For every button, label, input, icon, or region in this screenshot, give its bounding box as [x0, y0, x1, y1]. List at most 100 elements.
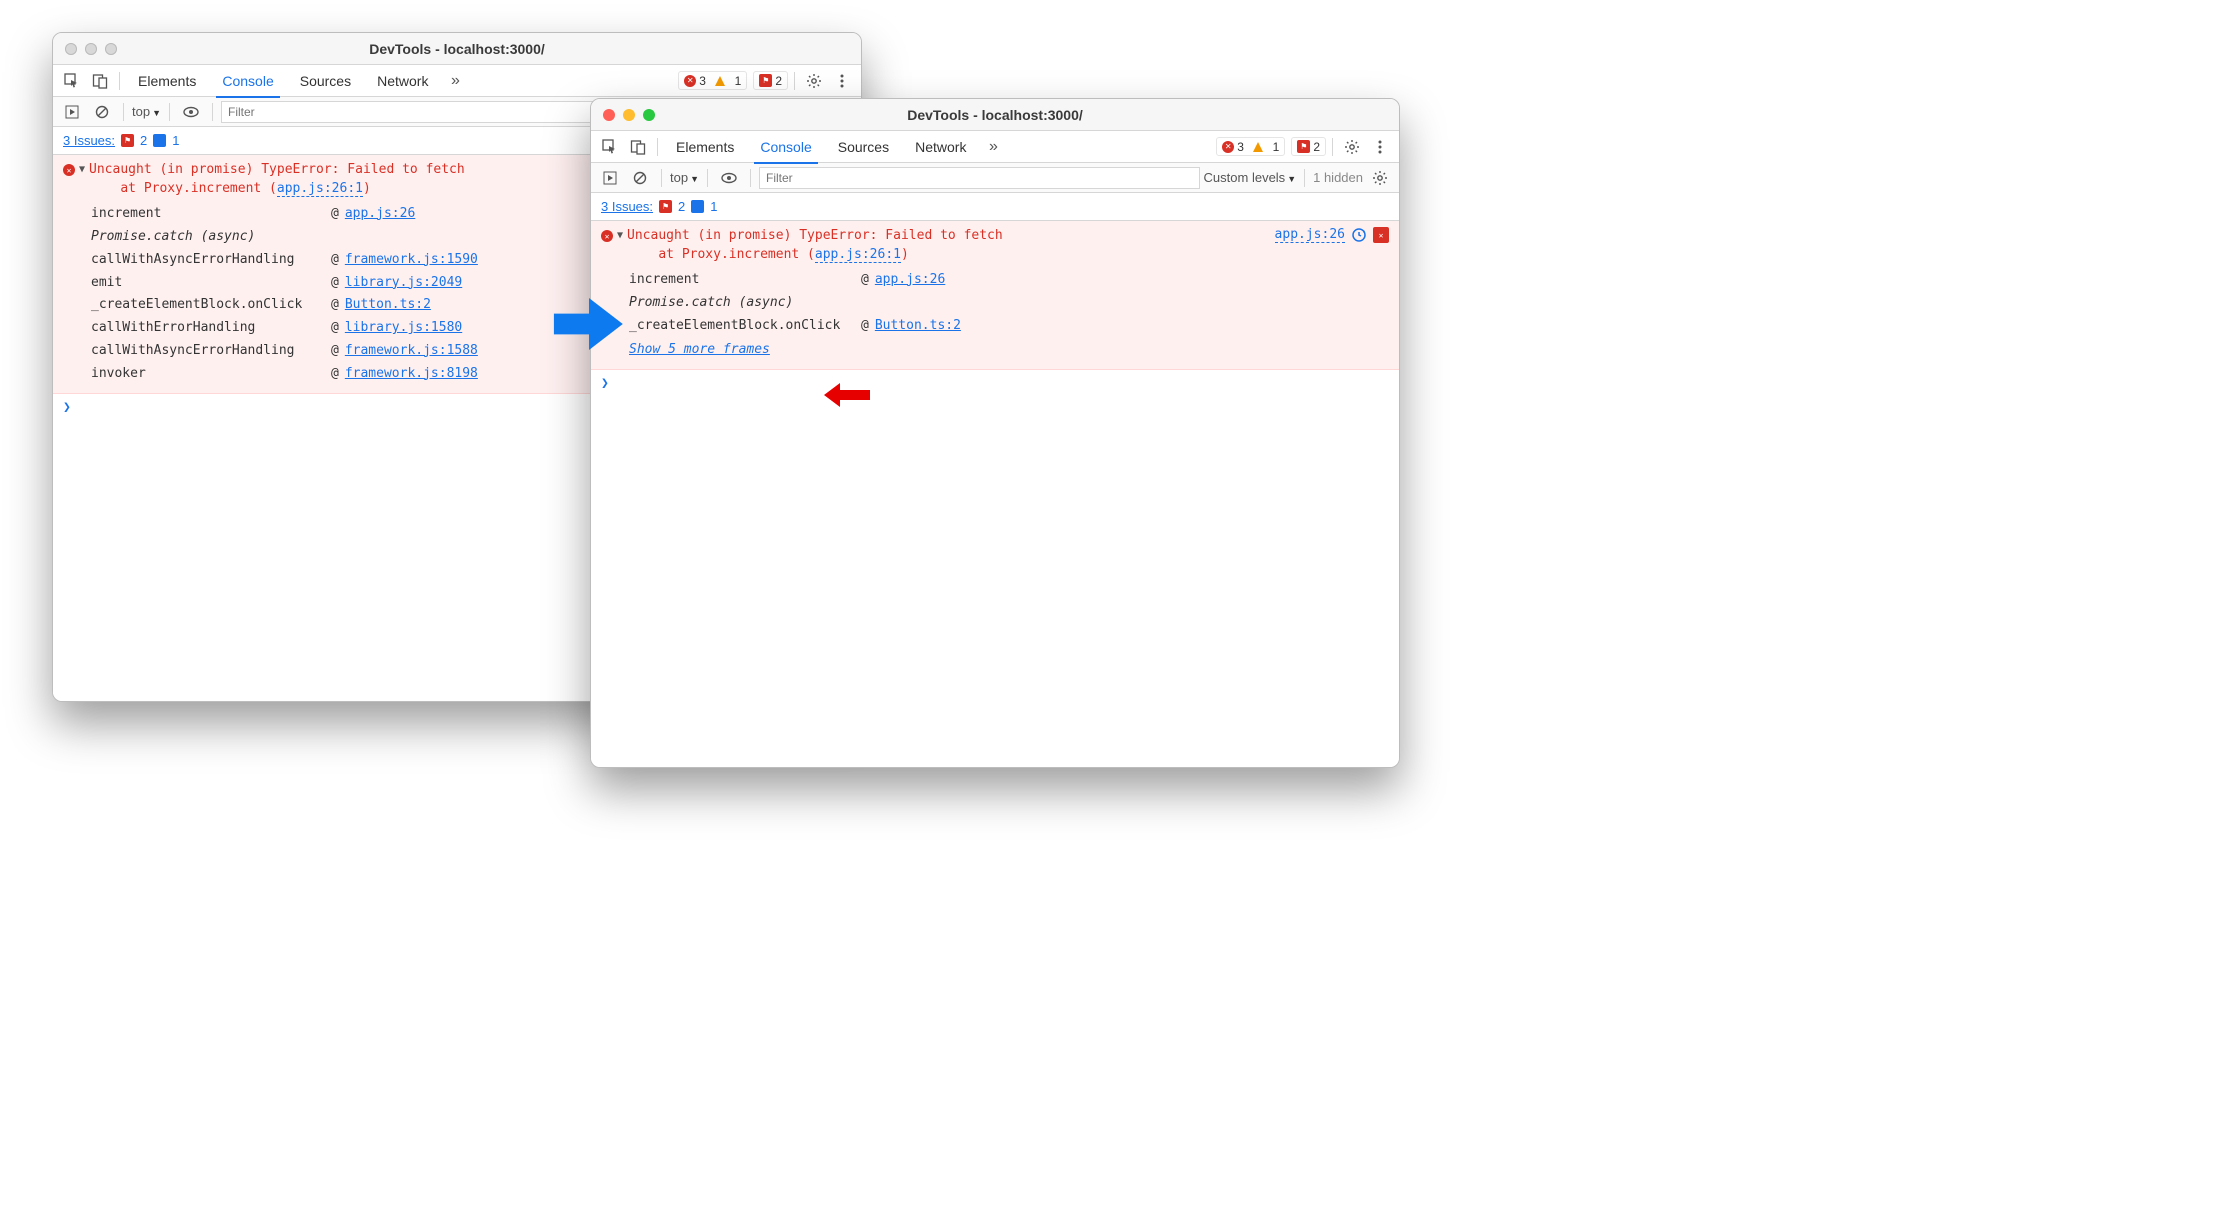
- issues-link[interactable]: 3 Issues:: [601, 199, 653, 214]
- source-link[interactable]: app.js:26: [1275, 227, 1345, 243]
- source-link[interactable]: app.js:26: [345, 203, 415, 226]
- error-icon: ✕: [601, 230, 613, 242]
- gear-icon[interactable]: [801, 69, 827, 93]
- issues-count-chip[interactable]: ⚑2: [1291, 137, 1326, 156]
- stack-frame: increment@app.js:26: [629, 269, 1389, 292]
- tab-sources[interactable]: Sources: [288, 65, 363, 97]
- disclosure-triangle[interactable]: ▼: [79, 164, 85, 175]
- separator: [169, 103, 170, 121]
- issues-count-chip[interactable]: ⚑2: [753, 71, 788, 90]
- device-toolbar-icon[interactable]: [625, 135, 651, 159]
- error-location-link[interactable]: app.js:26:1: [815, 247, 901, 263]
- titlebar: DevTools - localhost:3000/: [591, 99, 1399, 131]
- dismiss-icon[interactable]: ✕: [1373, 227, 1389, 243]
- console-body: app.js:26 ✕ ✕ ▼ Uncaught (in promise) Ty…: [591, 221, 1399, 767]
- separator: [707, 169, 708, 187]
- tabs-bar: Elements Console Sources Network » ✕3 1 …: [53, 65, 861, 97]
- issues-bar: 3 Issues: ⚑ 2 1: [591, 193, 1399, 221]
- tab-elements[interactable]: Elements: [126, 65, 208, 97]
- error-count: 3: [1237, 140, 1244, 154]
- flag-icon: ⚑: [659, 200, 672, 213]
- live-expression-icon[interactable]: [178, 100, 204, 124]
- inspect-element-icon[interactable]: [59, 69, 85, 93]
- disclosure-triangle[interactable]: ▼: [617, 230, 623, 241]
- flag-icon: ⚑: [121, 134, 134, 147]
- inspect-element-icon[interactable]: [597, 135, 623, 159]
- separator: [1332, 138, 1333, 156]
- separator: [661, 169, 662, 187]
- source-link[interactable]: Button.ts:2: [875, 315, 961, 338]
- stack-trace: increment@app.js:26 Promise.catch (async…: [629, 269, 1389, 361]
- titlebar: DevTools - localhost:3000/: [53, 33, 861, 65]
- tabs-bar: Elements Console Sources Network » ✕3 1 …: [591, 131, 1399, 163]
- live-expression-icon[interactable]: [716, 166, 742, 190]
- warning-icon: [715, 76, 725, 86]
- error-count-chip[interactable]: ✕3 1: [678, 71, 747, 90]
- source-link[interactable]: Button.ts:2: [345, 294, 431, 317]
- tab-console[interactable]: Console: [748, 131, 823, 163]
- big-arrow-icon: [550, 285, 628, 366]
- error-location-link[interactable]: app.js:26:1: [277, 181, 363, 197]
- play-icon[interactable]: [597, 166, 623, 190]
- gear-icon[interactable]: [1339, 135, 1365, 159]
- devtools-window-right: DevTools - localhost:3000/ Elements Cons…: [590, 98, 1400, 768]
- error-aside: app.js:26 ✕: [1275, 227, 1389, 243]
- error-count-chip[interactable]: ✕3 1: [1216, 137, 1285, 156]
- clear-console-icon[interactable]: [627, 166, 653, 190]
- tab-sources[interactable]: Sources: [826, 131, 901, 163]
- levels-selector[interactable]: Custom levels▼: [1204, 170, 1297, 185]
- tab-elements[interactable]: Elements: [664, 131, 746, 163]
- separator: [750, 169, 751, 187]
- tab-console[interactable]: Console: [210, 65, 285, 97]
- separator: [123, 103, 124, 121]
- issues-link[interactable]: 3 Issues:: [63, 133, 115, 148]
- warning-count: 1: [1273, 140, 1280, 154]
- window-title: DevTools - localhost:3000/: [53, 41, 861, 57]
- context-selector[interactable]: top▼: [670, 170, 699, 185]
- flag-count: 2: [140, 133, 147, 148]
- source-link[interactable]: framework.js:8198: [345, 363, 478, 386]
- error-icon: ✕: [63, 164, 75, 176]
- filter-input[interactable]: [759, 167, 1200, 189]
- source-link[interactable]: library.js:2049: [345, 272, 462, 295]
- more-tabs-icon[interactable]: »: [980, 135, 1006, 159]
- msg-icon: [691, 200, 704, 213]
- issues-count: 2: [1313, 140, 1320, 154]
- more-tabs-icon[interactable]: »: [442, 69, 468, 93]
- separator: [119, 72, 120, 90]
- kebab-icon[interactable]: [1367, 135, 1393, 159]
- separator: [1304, 169, 1305, 187]
- kebab-icon[interactable]: [829, 69, 855, 93]
- play-icon[interactable]: [59, 100, 85, 124]
- context-selector[interactable]: top▼: [132, 104, 161, 119]
- tab-network[interactable]: Network: [903, 131, 978, 163]
- hidden-count[interactable]: 1 hidden: [1313, 170, 1363, 185]
- source-link[interactable]: framework.js:1590: [345, 249, 478, 272]
- source-link[interactable]: library.js:1580: [345, 317, 462, 340]
- flag-count: 2: [678, 199, 685, 214]
- error-message: Uncaught (in promise) TypeError: Failed …: [89, 161, 465, 199]
- async-boundary: Promise.catch (async): [629, 291, 1389, 314]
- msg-icon: [153, 134, 166, 147]
- console-prompt[interactable]: ❯: [591, 370, 1399, 397]
- restart-frame-icon[interactable]: [1351, 227, 1367, 243]
- device-toolbar-icon[interactable]: [87, 69, 113, 93]
- source-link[interactable]: framework.js:1588: [345, 340, 478, 363]
- show-more-frames-link[interactable]: Show 5 more frames: [629, 338, 1389, 361]
- tab-network[interactable]: Network: [365, 65, 440, 97]
- source-link[interactable]: app.js:26: [875, 269, 945, 292]
- separator: [657, 138, 658, 156]
- error-count: 3: [699, 74, 706, 88]
- stack-frame: _createElementBlock.onClick@Button.ts:2: [629, 315, 1389, 338]
- red-callout-arrow-icon: [822, 380, 872, 413]
- msg-count: 1: [710, 199, 717, 214]
- clear-console-icon[interactable]: [89, 100, 115, 124]
- error-entry: app.js:26 ✕ ✕ ▼ Uncaught (in promise) Ty…: [591, 221, 1399, 370]
- window-title: DevTools - localhost:3000/: [591, 107, 1399, 123]
- warning-count: 1: [735, 74, 742, 88]
- error-message: Uncaught (in promise) TypeError: Failed …: [627, 227, 1003, 265]
- gear-icon[interactable]: [1367, 166, 1393, 190]
- msg-count: 1: [172, 133, 179, 148]
- issues-count: 2: [775, 74, 782, 88]
- console-subbar: top▼ Custom levels▼ 1 hidden: [591, 163, 1399, 193]
